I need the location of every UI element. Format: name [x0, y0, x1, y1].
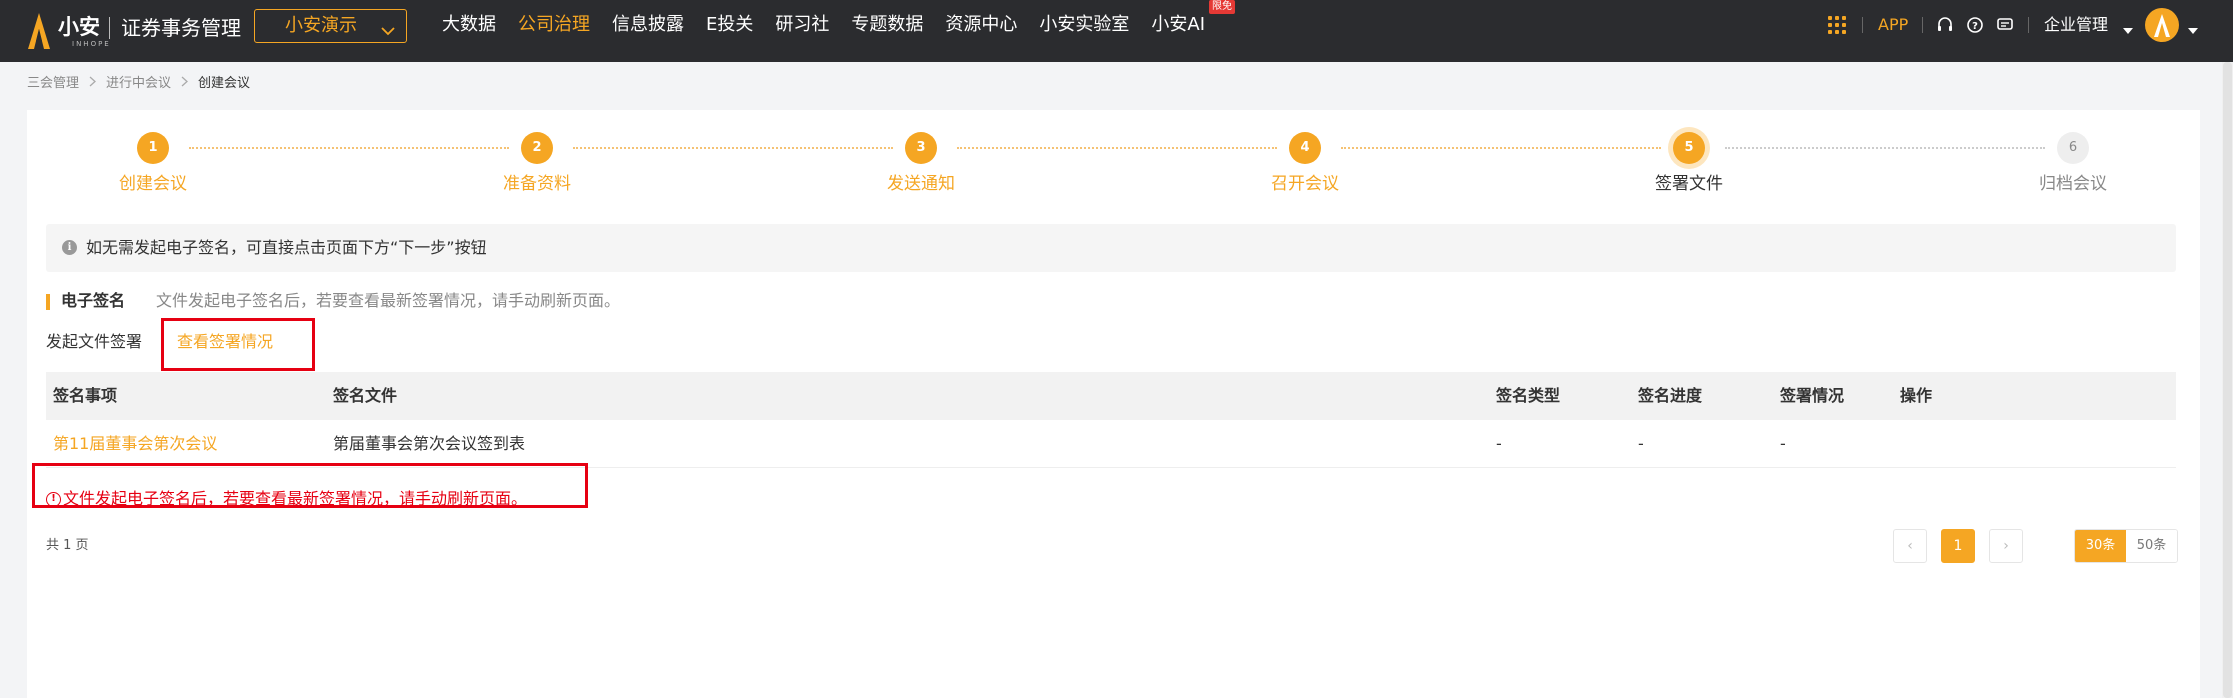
- step-hold-meeting[interactable]: 4 召开会议: [1205, 132, 1405, 196]
- column-header: 签署情况: [1780, 386, 1845, 405]
- headset-icon[interactable]: [1936, 16, 1954, 34]
- page-size-30[interactable]: 30条: [2075, 530, 2126, 562]
- main-nav: 大数据 公司治理 信息披露 E投关 研习社 专题数据 资源中心 小安实验室 小安…: [442, 0, 1235, 38]
- column-header: 签名文件: [333, 386, 398, 405]
- nav-item-corporate-governance[interactable]: 公司治理: [518, 12, 590, 38]
- step-number: 2: [521, 132, 553, 164]
- top-navigation-bar: 小安 INHOPE 证券事务管理 小安演示 大数据 公司治理 信息披露 E投关 …: [0, 0, 2233, 62]
- signing-status: -: [1780, 434, 1786, 453]
- next-page-button[interactable]: ›: [1989, 529, 2023, 563]
- step-sign-documents[interactable]: 5 签署文件: [1589, 132, 1789, 196]
- page-size-selector: 30条 50条: [2074, 529, 2178, 563]
- step-label: 签署文件: [1655, 174, 1723, 194]
- section-description: 文件发起电子签名后，若要查看最新签署情况，请手动刷新页面。: [156, 291, 621, 310]
- chevron-right-icon: [181, 73, 189, 95]
- free-badge: 限免: [1209, 0, 1235, 14]
- signing-item-link[interactable]: 第11届董事会第次会议: [53, 432, 217, 456]
- logo-title: 小安: [58, 15, 100, 39]
- chevron-right-icon: [89, 73, 96, 95]
- section-accent-bar: [46, 294, 50, 310]
- divider: [1862, 17, 1863, 33]
- breadcrumb: 三会管理 进行中会议 创建会议: [27, 73, 250, 95]
- app-link[interactable]: APP: [1878, 12, 1908, 38]
- signing-progress: -: [1638, 434, 1644, 453]
- step-number: 6: [2057, 132, 2089, 164]
- column-header: 签名事项: [53, 386, 118, 405]
- section-title: 电子签名: [61, 291, 126, 310]
- step-number: 1: [137, 132, 169, 164]
- prev-page-button[interactable]: ‹: [1893, 529, 1927, 563]
- step-label: 创建会议: [119, 174, 187, 194]
- avatar[interactable]: [2145, 8, 2179, 42]
- system-name: 证券事务管理: [121, 16, 241, 40]
- chevron-down-icon: [381, 20, 395, 41]
- highlight-box: [32, 463, 588, 508]
- nav-item-resource-center[interactable]: 资源中心: [945, 12, 1017, 38]
- help-icon[interactable]: ?: [1966, 16, 1984, 34]
- info-icon: i: [62, 240, 77, 255]
- column-header: 签名进度: [1638, 386, 1703, 405]
- caret-down-icon: [2188, 20, 2198, 39]
- scrollbar-thumb[interactable]: [2223, 62, 2232, 698]
- info-alert-text: 如无需发起电子签名，可直接点击页面下方“下一步”按钮: [86, 238, 487, 257]
- breadcrumb-item-current: 创建会议: [198, 76, 251, 91]
- main-card: 1 创建会议 2 准备资料 3 发送通知 4 召开会议 5 签署文件 6 归档会…: [27, 110, 2200, 698]
- svg-text:?: ?: [1972, 21, 1978, 32]
- divider: [1922, 17, 1923, 33]
- step-number: 3: [905, 132, 937, 164]
- nav-item-topic-data[interactable]: 专题数据: [851, 12, 923, 38]
- table-header: 签名事项 签名文件 签名类型 签名进度 签署情况 操作: [46, 372, 2176, 420]
- logo-divider: [109, 17, 110, 39]
- nav-item-investor-relations[interactable]: E投关: [706, 12, 753, 38]
- message-icon[interactable]: [1996, 16, 2014, 34]
- table-row: 第11届董事会第次会议 第届董事会第次会议签到表 - - -: [46, 420, 2176, 468]
- step-archive-meeting[interactable]: 6 归档会议: [1973, 132, 2173, 196]
- step-prepare-materials[interactable]: 2 准备资料: [437, 132, 637, 196]
- step-label: 归档会议: [2039, 174, 2107, 194]
- step-send-notice[interactable]: 3 发送通知: [821, 132, 1021, 196]
- column-header: 操作: [1900, 386, 1933, 405]
- nav-item-disclosure[interactable]: 信息披露: [612, 12, 684, 38]
- nav-item-ai-label: 小安AI: [1151, 14, 1205, 35]
- organization-select-value: 小安演示: [285, 15, 357, 36]
- apps-grid-icon[interactable]: [1828, 16, 1846, 34]
- page-size-50[interactable]: 50条: [2126, 530, 2177, 562]
- step-label: 准备资料: [503, 174, 571, 194]
- page-total: 共 1 页: [46, 538, 89, 553]
- step-label: 召开会议: [1271, 174, 1339, 194]
- info-alert: i 如无需发起电子签名，可直接点击页面下方“下一步”按钮: [46, 224, 2176, 272]
- enterprise-menu[interactable]: 企业管理: [2044, 12, 2108, 38]
- nav-item-study-club[interactable]: 研习社: [775, 12, 829, 38]
- brand-logo[interactable]: 小安 INHOPE: [26, 8, 111, 54]
- organization-select[interactable]: 小安演示: [254, 9, 407, 43]
- step-label: 发送通知: [887, 174, 955, 194]
- nav-item-lab[interactable]: 小安实验室: [1039, 12, 1129, 38]
- breadcrumb-item-ongoing[interactable]: 进行中会议: [106, 73, 171, 95]
- breadcrumb-item-meetings[interactable]: 三会管理: [27, 73, 79, 95]
- nav-item-ai[interactable]: 小安AI 限免: [1151, 0, 1235, 38]
- logo-mark-icon: [26, 11, 52, 51]
- caret-down-icon: [2123, 20, 2133, 39]
- nav-item-big-data[interactable]: 大数据: [442, 12, 496, 38]
- signing-file: 第届董事会第次会议签到表: [333, 434, 526, 453]
- step-number: 5: [1673, 132, 1705, 164]
- signing-type: -: [1496, 434, 1502, 453]
- logo-subtitle: INHOPE: [72, 40, 111, 48]
- tab-initiate-signing[interactable]: 发起文件签署: [46, 330, 142, 354]
- step-number: 4: [1289, 132, 1321, 164]
- step-create-meeting[interactable]: 1 创建会议: [53, 132, 253, 196]
- column-header: 签名类型: [1496, 386, 1561, 405]
- divider: [2028, 17, 2029, 33]
- page-button-1[interactable]: 1: [1941, 529, 1975, 563]
- highlight-box: [161, 318, 315, 371]
